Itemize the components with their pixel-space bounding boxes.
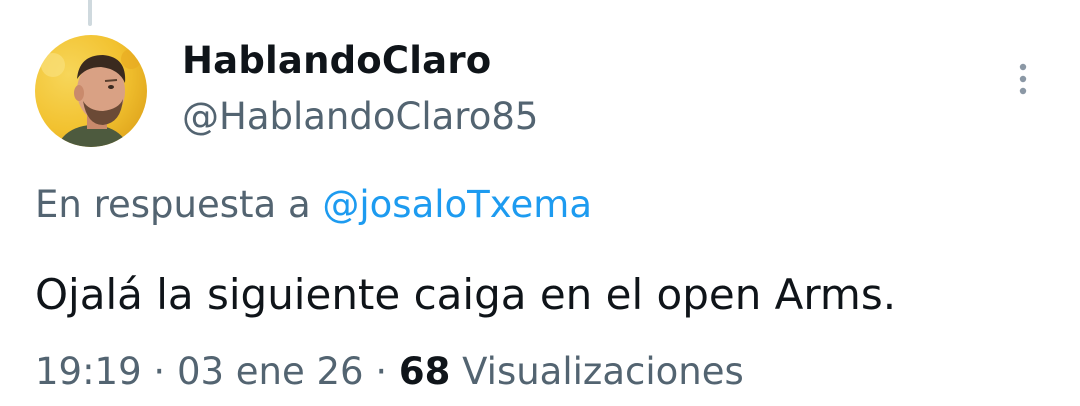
tweet-time[interactable]: 19:19: [35, 350, 142, 393]
avatar-photo: [35, 35, 147, 147]
author-handle[interactable]: @HablandoClaro85: [182, 94, 538, 140]
avatar[interactable]: [35, 35, 147, 147]
views-count: 68: [398, 350, 451, 393]
more-vertical-icon: [1019, 63, 1027, 95]
tweet-meta: 19:19 · 03 ene 26 · 68 Visualizaciones: [35, 348, 744, 396]
reply-prefix: En respuesta a: [35, 183, 311, 226]
views-label: Visualizaciones: [450, 350, 744, 393]
thread-connector-line: [88, 0, 92, 26]
meta-separator: ·: [375, 350, 388, 393]
reply-mention-link[interactable]: @josaloTxema: [322, 183, 592, 226]
tweet-card[interactable]: HablandoClaro @HablandoClaro85 En respue…: [0, 0, 1080, 406]
tweet-text: Ojalá la siguiente caiga en el open Arms…: [35, 270, 897, 319]
meta-separator: ·: [153, 350, 166, 393]
tweet-date[interactable]: 03 ene 26: [177, 350, 364, 393]
author-display-name[interactable]: HablandoClaro: [182, 38, 491, 84]
reply-context: En respuesta a @josaloTxema: [35, 181, 592, 229]
more-options-button[interactable]: [1008, 56, 1038, 102]
